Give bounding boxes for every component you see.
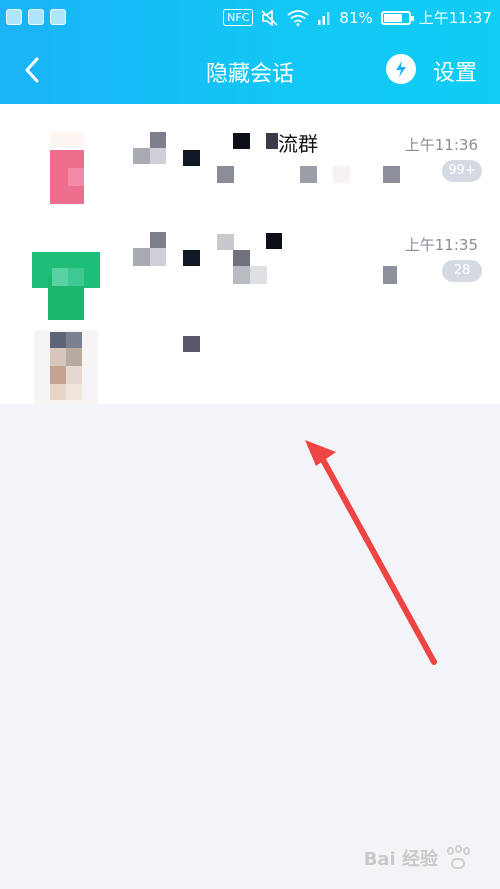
- paw-logo-icon: [444, 845, 472, 871]
- watermark-text: Bai 经验: [363, 849, 438, 870]
- red-arrow-annotation: [305, 440, 437, 665]
- baidu-watermark: Bai 经验: [364, 845, 472, 871]
